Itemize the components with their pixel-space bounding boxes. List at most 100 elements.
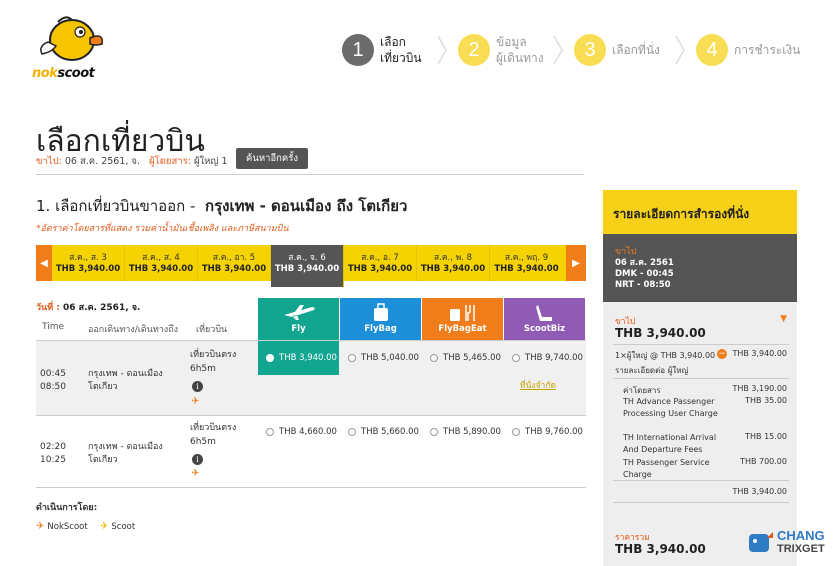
depart-value: 06 ส.ค. 2561, จ. xyxy=(64,156,140,167)
radio-button xyxy=(266,354,274,362)
date-price: THB 3,940.00 xyxy=(128,264,194,274)
divider xyxy=(613,378,789,379)
fare-price-option[interactable]: THB 5,890.00 xyxy=(422,424,503,440)
flight-details: เที่ยวบินตรง 6h5m xyxy=(190,348,236,376)
fare-tab-flybageat[interactable]: FlyBagEat xyxy=(422,298,503,340)
remove-icon[interactable]: − xyxy=(717,349,727,359)
date-price: THB 3,940.00 xyxy=(201,264,267,274)
date-option[interactable]: ส.ค., อา. 5 THB 3,940.00 xyxy=(198,245,271,281)
route-to: โตเกียว xyxy=(88,455,118,465)
date-option[interactable]: ส.ค., พฤ. 9 THB 3,940.00 xyxy=(490,245,563,281)
fare-price-option-selected[interactable]: THB 3,940.00 xyxy=(258,341,339,375)
date-option[interactable]: ส.ค., ส. 4 THB 3,940.00 xyxy=(125,245,198,281)
charge-name: TH International Arrival And Departure F… xyxy=(623,433,717,454)
nokscoot-airline-icon: ✈ xyxy=(191,468,200,479)
operator-name: Scoot xyxy=(111,521,136,532)
step-label-line1: ข้อมูล xyxy=(496,35,527,49)
fare-price: THB 5,465.00 xyxy=(443,353,501,363)
limited-seats-link[interactable]: ที่นั่งจำกัด xyxy=(520,378,556,392)
charge-name: TH Advance Passenger Processing User Cha… xyxy=(623,397,718,418)
charge-amount: THB 3,190.00 xyxy=(732,384,787,393)
step-label: การชำระเงิน xyxy=(734,43,801,57)
depart-label: ขาไป: xyxy=(36,156,62,167)
step-passenger-info[interactable]: 2 ข้อมูล ผู้เดินทาง xyxy=(458,34,564,66)
prev-dates-button[interactable]: ◀ xyxy=(36,245,52,281)
step-select-seat[interactable]: 3 เลือกที่นั่ง xyxy=(574,34,686,66)
charge-amount: THB 35.00 xyxy=(745,396,787,405)
pax-total: THB 3,940.00 xyxy=(732,349,787,358)
fare-name: ScootBiz xyxy=(523,324,566,334)
divider xyxy=(36,415,586,416)
fare-note: *อัตราค่าโดยสารที่แสดง รวมค่าน้ำมันเชื้อ… xyxy=(36,224,289,234)
depart-time: 00:45 xyxy=(40,369,66,379)
step-label: เลือก เที่ยวบิน xyxy=(380,34,432,66)
date-price: THB 3,940.00 xyxy=(55,264,121,274)
arrive-time: 08:50 xyxy=(40,382,66,392)
fare-price-option[interactable]: THB 5,465.00 xyxy=(422,341,503,375)
fare-tab-fly[interactable]: Fly xyxy=(258,298,339,340)
chevron-right-icon xyxy=(437,35,447,65)
column-header-route: ออกเดินทาง/เดินทางถึง xyxy=(88,325,179,335)
pax-value: ผู้ใหญ่ 1 xyxy=(193,156,228,167)
day-value: 06 ส.ค. 2561, จ. xyxy=(63,303,141,313)
changtrixget-watermark: CHANG TRIXGET xyxy=(745,526,835,562)
fare-price: THB 5,040.00 xyxy=(361,353,419,363)
fare-name: Fly xyxy=(291,324,306,334)
date-price: THB 3,940.00 xyxy=(347,264,413,274)
step-select-flight[interactable]: 1 เลือก เที่ยวบิน xyxy=(342,34,448,66)
grand-total: THB 3,940.00 xyxy=(615,542,706,556)
nokscoot-airline-icon: ✈ xyxy=(191,396,200,407)
fare-name: FlyBagEat xyxy=(438,324,487,334)
leg-summary: ขาไป 06 ส.ค. 2561 DMK - 00:45 NRT - 08:5… xyxy=(603,234,797,302)
fare-price: THB 3,940.00 xyxy=(279,353,337,363)
outbound-route: กรุงเทพ - ดอนเมือง ถึง โตเกียว xyxy=(205,197,408,215)
date-price: THB 3,940.00 xyxy=(494,264,559,274)
info-icon[interactable]: i xyxy=(192,381,203,392)
step-number: 1 xyxy=(342,34,374,66)
fare-price-option[interactable]: THB 9,740.00 xyxy=(504,341,585,375)
search-summary: ขาไป: 06 ส.ค. 2561, จ. ผู้โดยสาร: ผู้ใหญ… xyxy=(36,154,228,169)
search-again-button[interactable]: ค้นหาอีกครั้ง xyxy=(236,148,308,169)
fare-tab-scootbiz[interactable]: ScootBiz xyxy=(504,298,585,340)
flight-route: กรุงเทพ - ดอนเมือง โตเกียว xyxy=(88,368,163,394)
leg-date: 06 ส.ค. 2561 xyxy=(615,258,674,268)
collapse-caret-icon[interactable]: ▼ xyxy=(780,314,787,324)
outbound-section-title: 1. เลือกเที่ยวบินขาออก - กรุงเทพ - ดอนเม… xyxy=(36,194,407,218)
date-day: ส.ค., ส. 3 xyxy=(69,253,107,263)
fare-price-option[interactable]: THB 9,760.00 xyxy=(504,424,585,440)
column-header-flight: เที่ยวบิน xyxy=(196,325,228,335)
seat-icon xyxy=(535,305,552,321)
step-number: 3 xyxy=(574,34,606,66)
elephant-logo-icon xyxy=(749,532,773,552)
date-day: ส.ค., อ. 7 xyxy=(361,253,399,263)
fare-price: THB 9,740.00 xyxy=(525,353,583,363)
date-option[interactable]: ส.ค., พ. 8 THB 3,940.00 xyxy=(417,245,490,281)
fare-total: THB 3,940.00 xyxy=(615,326,706,340)
flight-route: กรุงเทพ - ดอนเมืองโตเกียว xyxy=(88,441,163,467)
fare-price-option[interactable]: THB 4,660.00 xyxy=(258,424,339,440)
subtotal: THB 3,940.00 xyxy=(732,487,787,496)
nokscoot-airline-icon: ✈ xyxy=(36,521,45,532)
date-option-selected[interactable]: ส.ค., จ. 6 THB 3,940.00 xyxy=(271,245,344,287)
radio-button xyxy=(512,428,520,436)
radio-button xyxy=(430,428,438,436)
route-from: กรุงเทพ - ดอนเมือง xyxy=(88,442,163,452)
info-icon[interactable]: i xyxy=(192,454,203,465)
date-option[interactable]: ส.ค., ส. 3 THB 3,940.00 xyxy=(52,245,125,281)
nokscoot-wordmark: nokscoot xyxy=(32,66,95,81)
fare-price-option[interactable]: THB 5,040.00 xyxy=(340,341,421,375)
wordmark-prefix: nok xyxy=(32,66,58,81)
chevron-right-icon: ▶ xyxy=(572,257,580,269)
fare-name: FlyBag xyxy=(364,324,397,334)
divider xyxy=(613,480,789,481)
next-dates-button[interactable]: ▶ xyxy=(566,245,586,281)
step-payment[interactable]: 4 การชำระเงิน xyxy=(696,34,804,66)
leg-arrival: NRT - 08:50 xyxy=(615,280,671,290)
date-option[interactable]: ส.ค., อ. 7 THB 3,940.00 xyxy=(344,245,417,281)
date-day: ส.ค., พฤ. 9 xyxy=(504,253,549,263)
operator-name: NokScoot xyxy=(47,521,88,532)
date-day: ส.ค., พ. 8 xyxy=(433,253,473,263)
fare-price-option[interactable]: THB 5,660.00 xyxy=(340,424,421,440)
flight-times: 02:20 10:25 xyxy=(40,441,66,467)
fare-tab-flybag[interactable]: FlyBag xyxy=(340,298,421,340)
